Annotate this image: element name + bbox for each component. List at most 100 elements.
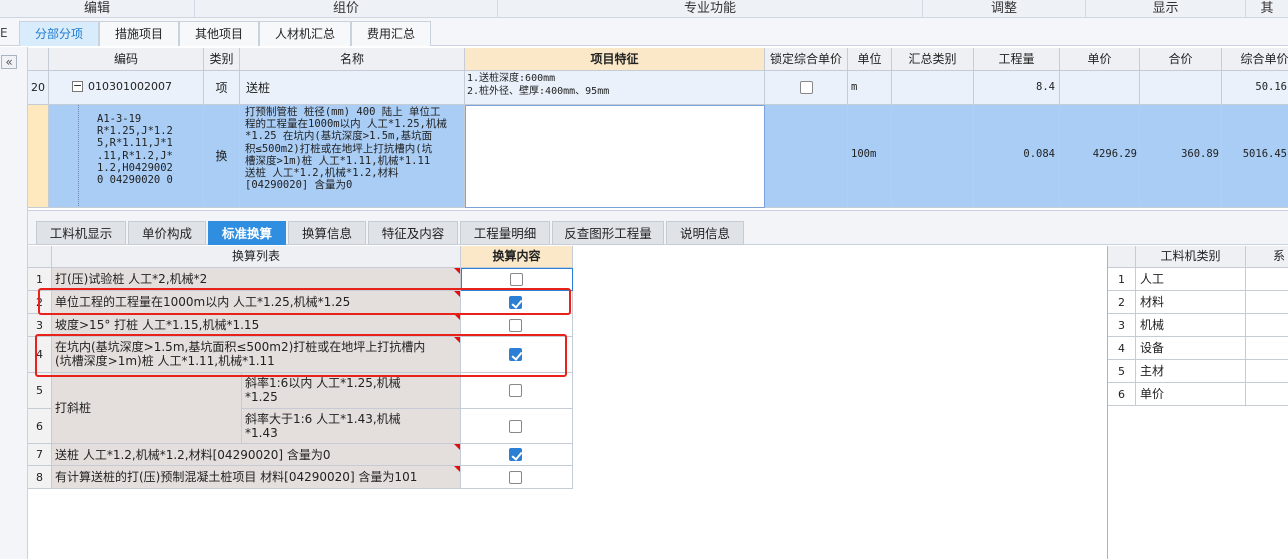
panel-row-label[interactable]: 人工: [1136, 268, 1246, 291]
std-row-text: 送桩 人工*1.2,机械*1.2,材料[04290020] 含量为0: [52, 444, 461, 466]
grid-header-type[interactable]: 类别: [204, 48, 240, 71]
row2-price: 4296.29: [1060, 105, 1140, 208]
highlight-box: [35, 334, 567, 377]
tab-fenbu-fenxiang[interactable]: 分部分项: [19, 21, 99, 46]
std-header-list: 换算列表: [52, 246, 461, 268]
panel-row-num: 6: [1108, 383, 1136, 406]
panel-row-label[interactable]: 设备: [1136, 337, 1246, 360]
grid-header-lock[interactable]: 锁定综合单价: [765, 48, 848, 71]
std-row-label: 送桩 人工*1.2,机械*1.2,材料[04290020] 含量为0: [55, 448, 331, 462]
comment-marker: [454, 268, 460, 274]
panel-row-label[interactable]: 主材: [1136, 360, 1246, 383]
tab-shuoming-xinxi[interactable]: 说明信息: [666, 221, 744, 245]
std-row-label: 斜率1:6以内 人工*1.25,机械: [245, 376, 401, 390]
ribbon-group-professional: 专业功能: [498, 0, 923, 18]
row1-name[interactable]: 送桩: [240, 71, 465, 105]
comment-marker: [454, 444, 460, 450]
collapse-minus-icon[interactable]: −: [72, 80, 83, 92]
std-header-rownum: [28, 246, 52, 268]
grid-header-comp-price[interactable]: 综合单价: [1222, 48, 1288, 71]
row1-feature-line-1: 1.送桩深度:600mm: [467, 73, 556, 84]
std-row-num: 8: [28, 466, 52, 489]
std-group-label: 打斜桩: [52, 373, 242, 444]
tab-biaozhun-huansuan[interactable]: 标准换算: [208, 221, 286, 245]
std-row-checkbox[interactable]: [509, 420, 522, 433]
grid-header-name[interactable]: 名称: [240, 48, 465, 71]
splitter[interactable]: [28, 210, 1288, 218]
row2-total: 360.89: [1140, 105, 1222, 208]
std-row-num: 7: [28, 444, 52, 466]
collapse-left-icon[interactable]: «: [1, 55, 17, 69]
std-row-checkbox[interactable]: [509, 471, 522, 484]
panel-row-num: 5: [1108, 360, 1136, 383]
row2-number: [28, 105, 49, 208]
row1-code-cell[interactable]: − 010301002007: [49, 71, 204, 105]
panel-row-num: 1: [1108, 268, 1136, 291]
tab-feiyong-huizong[interactable]: 费用汇总: [351, 21, 431, 46]
row2-comp-price: 5016.45: [1222, 105, 1288, 208]
std-row-text: 斜率1:6以内 人工*1.25,机械 *1.25: [242, 373, 461, 409]
row1-lock-cell: [765, 71, 848, 105]
std-row-label: 斜率大于1:6 人工*1.43,机械: [245, 412, 401, 426]
row1-qty: 8.4: [974, 71, 1060, 105]
grid-header-feature[interactable]: 项目特征: [465, 48, 765, 71]
row2-feature[interactable]: [465, 105, 765, 208]
row2-code-line: 5,R*1.11,J*1: [97, 137, 173, 150]
panel-row-label[interactable]: 单价: [1136, 383, 1246, 406]
tab-gongliaoji[interactable]: 工料机显示: [36, 221, 126, 245]
grid-header-total[interactable]: 合价: [1140, 48, 1222, 71]
std-row-label: 有计算送桩的打(压)预制混凝土桩项目 材料[04290020] 含量为101: [55, 470, 418, 484]
row2-code-line: 0 04290020 0: [97, 174, 173, 187]
tab-gongchengliang-mingxi[interactable]: 工程量明细: [460, 221, 550, 245]
row1-comp-price: 50.16: [1222, 71, 1288, 105]
std-row-checkbox[interactable]: [509, 319, 522, 332]
grid-header-price[interactable]: 单价: [1060, 48, 1140, 71]
left-edge-label: E: [0, 26, 8, 40]
panel-row-label[interactable]: 材料: [1136, 291, 1246, 314]
row2-code-line: A1-3-19: [97, 113, 142, 125]
tab-rencaiji-huizong[interactable]: 人材机汇总: [259, 21, 351, 46]
tab-fancha-tuxing[interactable]: 反查图形工程量: [552, 221, 664, 245]
grid-header-sum-type[interactable]: 汇总类别: [892, 48, 974, 71]
tab-cuoshi-xiangmu[interactable]: 措施项目: [99, 21, 179, 46]
row1-total: [1140, 71, 1222, 105]
std-row-label: *1.43: [245, 426, 278, 440]
material-category-panel: 工料机类别 系 1 人工 2 材料 3 机械 4 设备 5 主材 6 单价: [1108, 246, 1288, 559]
row1-feature-line-2: 2.桩外径、壁厚:400mm、95mm: [467, 86, 610, 97]
row1-lock-checkbox[interactable]: [800, 81, 813, 94]
std-row-checkbox[interactable]: [510, 273, 523, 286]
ribbon-group-pricing: 组价: [195, 0, 498, 18]
tab-huansuan-xinxi[interactable]: 换算信息: [288, 221, 366, 245]
panel-row-extra: [1246, 268, 1288, 291]
std-row-checkbox[interactable]: [509, 448, 522, 461]
grid-header-unit[interactable]: 单位: [848, 48, 892, 71]
ribbon-group-other: 其: [1260, 1, 1274, 16]
row2-code-cell[interactable]: A1-3-19 R*1.25,J*1.2 5,R*1.11,J*1 .11,R*…: [49, 105, 204, 208]
row2-code-line: R*1.25,J*1.2: [97, 125, 173, 138]
row2-lock: [765, 105, 848, 208]
std-row-num: 5: [28, 373, 52, 409]
left-collapse-strip: «: [0, 47, 28, 559]
tab-tezheng-neirong[interactable]: 特征及内容: [368, 221, 458, 245]
panel-row-num: 2: [1108, 291, 1136, 314]
panel-header-rownum: [1108, 246, 1136, 268]
row1-feature[interactable]: 1.送桩深度:600mm 2.桩外径、壁厚:400mm、95mm: [465, 71, 765, 105]
detail-tab-bar: 工料机显示 单价构成 标准换算 换算信息 特征及内容 工程量明细 反查图形工程量…: [28, 218, 1288, 245]
tab-qita-xiangmu[interactable]: 其他项目: [179, 21, 259, 46]
panel-row-label[interactable]: 机械: [1136, 314, 1246, 337]
grid-header-code[interactable]: 编码: [49, 48, 204, 71]
grid-header-rownum: [28, 48, 49, 71]
comment-marker: [454, 466, 460, 472]
std-row-text: 斜率大于1:6 人工*1.43,机械 *1.43: [242, 409, 461, 444]
std-row-checkbox[interactable]: [509, 384, 522, 397]
tab-danjia-goucheng[interactable]: 单价构成: [128, 221, 206, 245]
main-tab-bar: E 分部分项 措施项目 其他项目 人材机汇总 费用汇总: [0, 18, 1288, 46]
row2-name-line: 送桩 人工*1.2,机械*1.2,材料: [245, 167, 399, 180]
ribbon-group-display: 显示: [1086, 0, 1246, 18]
row2-name[interactable]: 打预制管桩 桩径(mm) 400 陆上 单位工 程的工程量在1000m以内 人工…: [240, 105, 465, 208]
row2-code-line: .11,R*1.2,J*: [97, 149, 173, 162]
std-conversion-panel: 换算列表 换算内容 1 打(压)试验桩 人工*2,机械*2 2 单位工程的工程量…: [28, 246, 1108, 559]
std-row-label: 坡度>15° 打桩 人工*1.15,机械*1.15: [55, 318, 260, 332]
grid-header-qty[interactable]: 工程量: [974, 48, 1060, 71]
ribbon-group-edit: 编辑: [0, 0, 195, 18]
